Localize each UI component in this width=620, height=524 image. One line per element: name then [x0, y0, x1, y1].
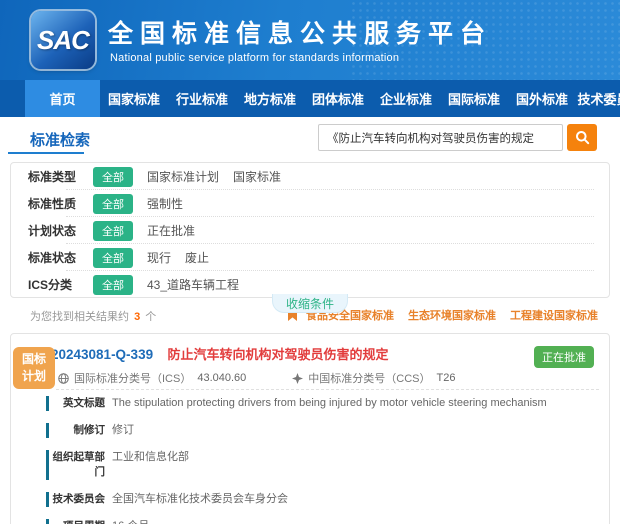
type-badge-line1: 国标 — [22, 351, 46, 368]
filter-row-standard-type: 标准类型 全部 国家标准计划 国家标准 — [11, 163, 609, 190]
field-english-title: 英文标题 The stipulation protecting drivers … — [46, 396, 597, 411]
nav-item-local-standards[interactable]: 地方标准 — [236, 80, 304, 117]
quick-link-label: 工程建设国家标准 — [510, 307, 598, 323]
results-summary: 为您找到相关结果约 3 个 — [30, 308, 156, 324]
site-header: SAC 全国标准信息公共服务平台 National public service… — [0, 0, 620, 80]
ccs-label: 中国标准分类号（CCS） — [308, 370, 430, 386]
ics-label: 国际标准分类号（ICS） — [74, 370, 191, 386]
standard-search-tab[interactable]: 标准检索 — [30, 129, 90, 150]
field-label: 组织起草部门 — [51, 450, 105, 480]
filter-row-plan-status: 计划状态 全部 正在批准 — [11, 217, 609, 244]
filter-all-badge[interactable]: 全部 — [93, 167, 133, 187]
field-bar — [46, 492, 49, 507]
filter-all-badge[interactable]: 全部 — [93, 275, 133, 295]
quick-link-eco-environment[interactable]: 生态环境国家标准 — [408, 307, 496, 323]
field-drafting-department: 组织起草部门 工业和信息化部 — [46, 450, 597, 480]
search-input[interactable] — [318, 124, 563, 151]
collapse-conditions-button[interactable]: 收缩条件 — [272, 294, 348, 313]
nav-item-technical-committee[interactable]: 技术委员会 — [576, 80, 620, 117]
standard-type-badge: 国标 计划 — [13, 347, 55, 389]
filter-panel: 标准类型 全部 国家标准计划 国家标准 标准性质 全部 强制性 计划状态 全部 … — [10, 162, 610, 298]
filter-label: 标准类型 — [28, 168, 84, 185]
search-icon — [575, 130, 590, 145]
filter-row-standard-nature: 标准性质 全部 强制性 — [11, 190, 609, 217]
filter-option[interactable]: 废止 — [185, 249, 209, 266]
ccs-value: T26 — [437, 372, 456, 384]
filter-option[interactable]: 正在批准 — [147, 222, 195, 239]
standard-code-link[interactable]: 20243081-Q-339 — [51, 347, 153, 362]
globe-icon — [58, 373, 69, 384]
field-value: 全国汽车标准化技术委员会车身分会 — [112, 492, 597, 507]
page: SAC 全国标准信息公共服务平台 National public service… — [0, 0, 620, 524]
field-label: 技术委员会 — [51, 492, 105, 507]
field-bar — [46, 519, 49, 524]
site-title: 全国标准信息公共服务平台 — [108, 14, 492, 50]
summary-prefix: 为您找到相关结果约 — [30, 311, 129, 323]
filter-option[interactable]: 43_道路车辆工程 — [147, 276, 239, 293]
sac-logo[interactable]: SAC — [31, 11, 95, 69]
site-subtitle: National public service platform for sta… — [110, 52, 399, 64]
summary-suffix: 个 — [145, 311, 156, 323]
field-label: 英文标题 — [51, 396, 105, 411]
filter-label: ICS分类 — [28, 276, 84, 293]
field-label: 项目周期 — [51, 519, 105, 524]
classification-line: 国际标准分类号（ICS） 43.040.60 中国标准分类号（CCS） T26 — [58, 370, 455, 386]
filter-label: 标准性质 — [28, 195, 84, 212]
type-badge-line2: 计划 — [22, 368, 46, 385]
nav-item-foreign-standards[interactable]: 国外标准 — [508, 80, 576, 117]
filter-option[interactable]: 国家标准 — [233, 168, 281, 185]
results-count: 3 — [134, 311, 140, 323]
dashed-divider — [56, 389, 599, 390]
filter-option[interactable]: 强制性 — [147, 195, 183, 212]
nav-item-enterprise-standards[interactable]: 企业标准 — [372, 80, 440, 117]
filter-all-badge[interactable]: 全部 — [93, 248, 133, 268]
result-card: 20243081-Q-339 防止汽车转向机构对驾驶员伤害的规定 正在批准 国际… — [10, 333, 610, 524]
status-badge: 正在批准 — [534, 346, 594, 368]
field-label: 制修订 — [51, 423, 105, 438]
nav-item-international-standards[interactable]: 国际标准 — [440, 80, 508, 117]
ics-value: 43.040.60 — [197, 372, 246, 384]
standard-title-link[interactable]: 防止汽车转向机构对驾驶员伤害的规定 — [168, 347, 389, 362]
nav-item-industry-standards[interactable]: 行业标准 — [168, 80, 236, 117]
nav-item-home[interactable]: 首页 — [25, 80, 100, 117]
field-value: 16 个月 — [112, 519, 597, 524]
detail-fields: 英文标题 The stipulation protecting drivers … — [46, 396, 597, 524]
field-revision-type: 制修订 修订 — [46, 423, 597, 438]
field-value: 修订 — [112, 423, 597, 438]
sac-logo-text: SAC — [37, 25, 89, 56]
search-button[interactable] — [567, 124, 597, 151]
field-bar — [46, 423, 49, 438]
filter-label: 计划状态 — [28, 222, 84, 239]
nav-item-national-standards[interactable]: 国家标准 — [100, 80, 168, 117]
field-project-duration: 项目周期 16 个月 — [46, 519, 597, 524]
main-nav: 首页 国家标准 行业标准 地方标准 团体标准 企业标准 国际标准 国外标准 技术… — [0, 80, 620, 117]
filter-all-badge[interactable]: 全部 — [93, 221, 133, 241]
field-bar — [46, 450, 49, 480]
filter-row-standard-status: 标准状态 全部 现行 废止 — [11, 244, 609, 271]
quick-link-engineering-construction[interactable]: 工程建设国家标准 — [510, 307, 598, 323]
field-value: The stipulation protecting drivers from … — [112, 396, 597, 411]
result-title-line: 20243081-Q-339 防止汽车转向机构对驾驶员伤害的规定 — [51, 344, 529, 364]
quick-link-label: 生态环境国家标准 — [408, 307, 496, 323]
filter-option[interactable]: 国家标准计划 — [147, 168, 219, 185]
nav-item-group-standards[interactable]: 团体标准 — [304, 80, 372, 117]
field-value: 工业和信息化部 — [112, 450, 597, 480]
field-technical-committee: 技术委员会 全国汽车标准化技术委员会车身分会 — [46, 492, 597, 507]
filter-label: 标准状态 — [28, 249, 84, 266]
compass-icon — [292, 373, 303, 384]
field-bar — [46, 396, 49, 411]
tab-underline — [8, 152, 84, 154]
filter-option[interactable]: 现行 — [147, 249, 171, 266]
filter-all-badge[interactable]: 全部 — [93, 194, 133, 214]
